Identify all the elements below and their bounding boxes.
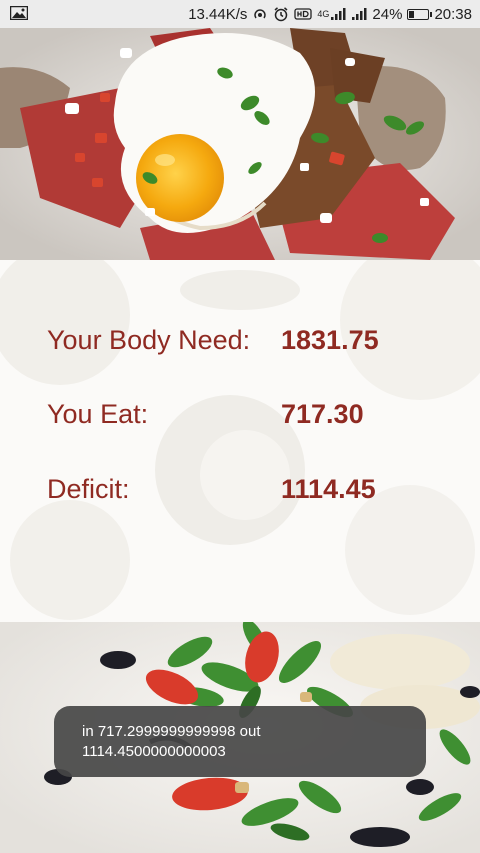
header-food-photo xyxy=(0,28,480,260)
toast-line-1: in 717.2999999999998 out xyxy=(82,723,261,740)
calorie-summary-panel: Your Body Need: 1831.75 You Eat: 717.30 … xyxy=(0,260,480,622)
body-need-value: 1831.75 xyxy=(281,324,379,355)
signal-2-icon xyxy=(351,6,367,22)
hd-icon xyxy=(294,6,313,22)
body-need-label: Your Body Need: xyxy=(47,324,251,355)
alarm-icon xyxy=(273,6,289,22)
you-eat-label: You Eat: xyxy=(47,398,149,429)
you-eat-value: 717.30 xyxy=(281,398,364,429)
hotspot-icon xyxy=(252,6,268,22)
status-bar: 13.44K/s 4G 24% 20:38 xyxy=(0,0,480,28)
you-eat-row: You Eat: 717.30 xyxy=(47,394,447,434)
status-indicators: 13.44K/s 4G 24% 20:38 xyxy=(188,0,472,28)
battery-level-fill xyxy=(409,10,415,18)
network-type: 4G xyxy=(317,9,330,19)
battery-icon xyxy=(407,8,433,20)
clock: 20:38 xyxy=(434,5,472,23)
body-need-row: Your Body Need: 1831.75 xyxy=(47,320,447,360)
deficit-value: 1114.45 xyxy=(281,473,376,504)
deficit-row: Deficit: 1114.45 xyxy=(47,469,447,509)
toast-line-2: 1114.4500000000003 xyxy=(82,743,226,760)
signal-icon xyxy=(330,6,346,22)
battery-percent: 24% xyxy=(372,5,403,23)
debug-toast: in 717.2999999999998 out 1114.4500000000… xyxy=(54,706,426,777)
image-icon xyxy=(9,5,29,21)
faded-background-image xyxy=(0,260,480,622)
net-speed: 13.44K/s xyxy=(188,5,248,23)
deficit-label: Deficit: xyxy=(47,473,130,504)
